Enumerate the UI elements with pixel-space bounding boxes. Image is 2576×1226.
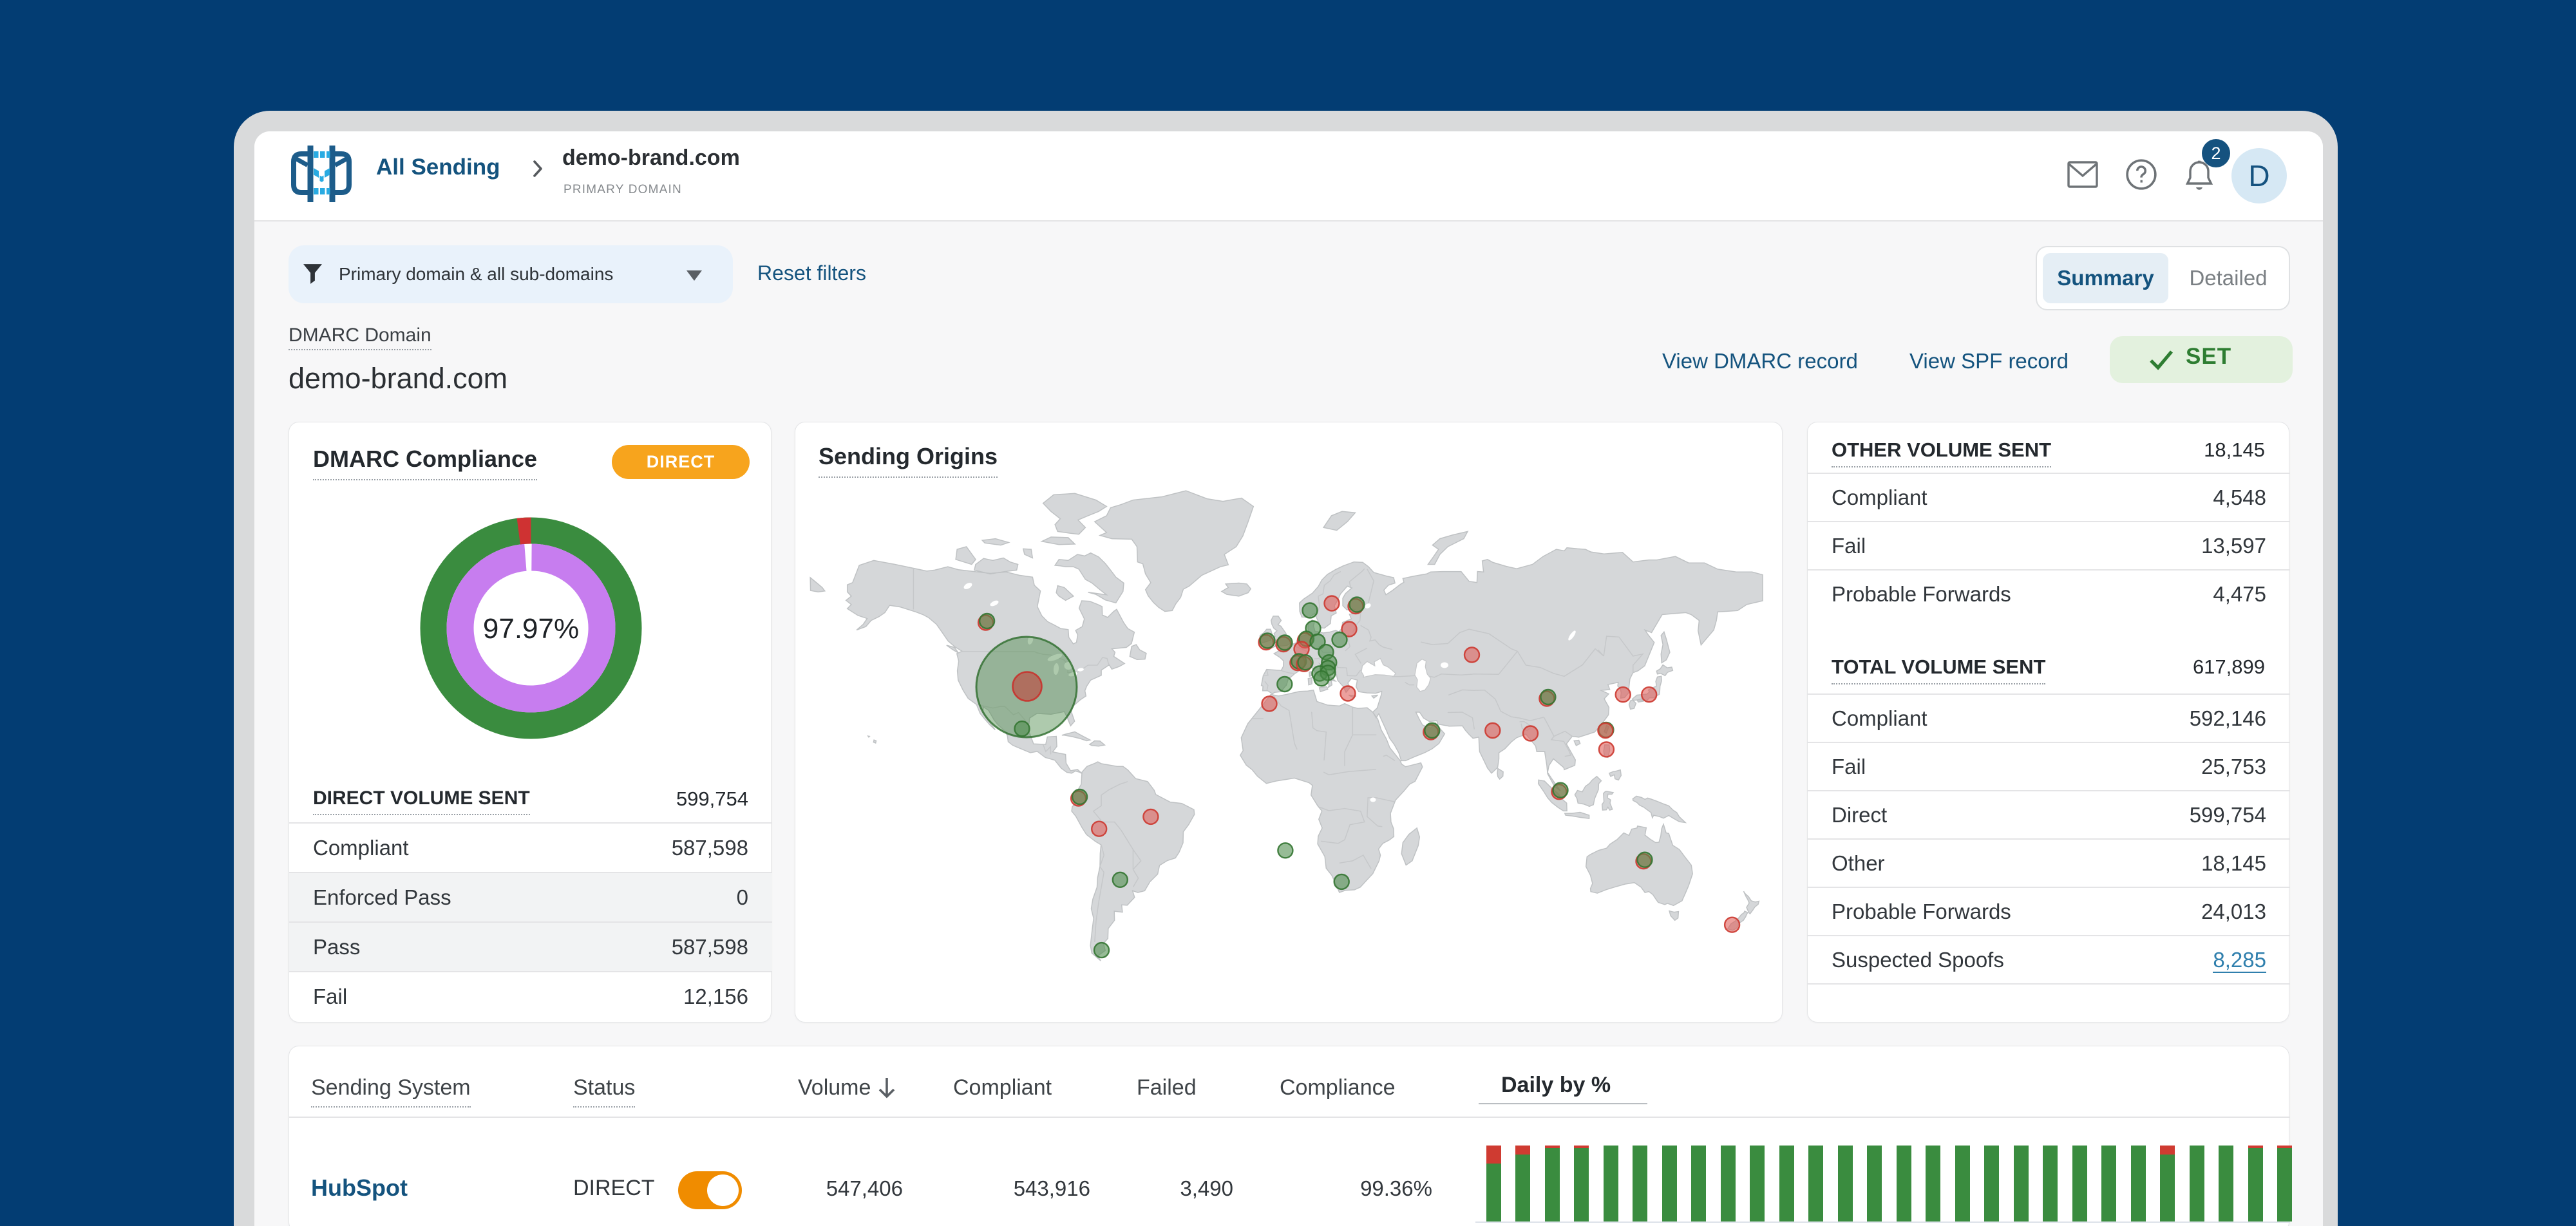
svg-text:97.97%: 97.97% — [483, 613, 579, 645]
